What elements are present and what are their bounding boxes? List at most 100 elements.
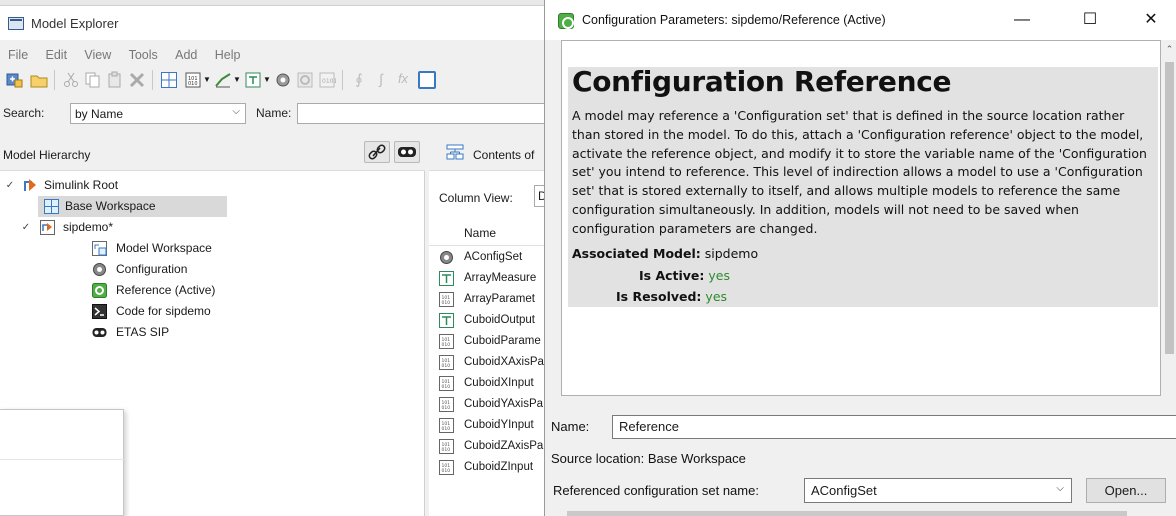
add-function-icon[interactable]: ∮ xyxy=(350,71,368,89)
name-column-label: Name xyxy=(464,226,497,240)
list-item-label: CuboidParame xyxy=(464,335,541,347)
add-signal-icon[interactable] xyxy=(244,71,262,89)
model-hierarchy-header: Model Hierarchy xyxy=(0,133,425,171)
tree-node-label: Reference (Active) xyxy=(116,283,216,297)
fx-icon[interactable]: fx xyxy=(394,71,412,89)
list-item[interactable]: 101 010 CuboidZAxisPa xyxy=(429,436,560,457)
parameter-icon: 101 010 xyxy=(439,439,454,454)
svg-text:0101: 0101 xyxy=(322,78,336,85)
mask-toggle-button[interactable] xyxy=(394,141,420,163)
mask-icon xyxy=(92,325,107,340)
tree-node-model-workspace[interactable]: Model Workspace xyxy=(92,238,292,259)
simulink-root-icon xyxy=(23,178,38,193)
search-name-input[interactable] xyxy=(297,103,560,124)
minimize-button[interactable]: — xyxy=(1000,6,1044,34)
add-parameter-icon[interactable]: 101 010 xyxy=(184,71,202,89)
new-model-icon[interactable] xyxy=(6,71,24,89)
is-resolved-value: yes xyxy=(705,289,728,304)
is-resolved-row: Is Resolved: yes xyxy=(616,289,727,304)
menu-help[interactable]: Help xyxy=(215,44,241,66)
dialog-view-icon[interactable] xyxy=(418,71,436,89)
add-reference-icon[interactable] xyxy=(296,71,314,89)
add-code-icon[interactable]: 0101 xyxy=(318,71,337,89)
menu-edit[interactable]: Edit xyxy=(46,44,68,66)
window-title: Model Explorer xyxy=(31,16,119,31)
svg-text:010: 010 xyxy=(188,81,198,87)
tree-node-simulink-root[interactable]: ✓ Simulink Root xyxy=(4,175,244,196)
horizontal-scrollbar[interactable] xyxy=(545,508,1162,516)
close-button[interactable]: ✕ xyxy=(1129,6,1173,34)
copy-icon[interactable] xyxy=(84,71,102,89)
open-folder-icon[interactable] xyxy=(30,71,48,89)
list-item[interactable]: 101 010 ArrayParamet xyxy=(429,289,560,310)
list-item[interactable]: 101 010 CuboidYInput xyxy=(429,415,560,436)
chevron-down-icon: ⌵ xyxy=(1056,483,1064,494)
list-item[interactable]: 101 010 CuboidZInput xyxy=(429,457,560,478)
referenced-config-select[interactable]: AConfigSet ⌵ xyxy=(804,478,1072,503)
menu-view[interactable]: View xyxy=(84,44,111,66)
list-item[interactable]: 101 010 CuboidYAxisPa xyxy=(429,394,560,415)
menu-tools[interactable]: Tools xyxy=(129,44,158,66)
name-column-header[interactable]: Name xyxy=(429,219,560,246)
model-icon xyxy=(40,220,55,235)
list-item[interactable]: 101 010 CuboidParame xyxy=(429,331,560,352)
contents-pane: Contents of Column View: D Name AConfigS… xyxy=(429,133,564,516)
add-configuration-icon[interactable] xyxy=(274,71,292,89)
dialog-title: Configuration Parameters: sipdemo/Refere… xyxy=(582,13,886,27)
scrollbar-thumb[interactable] xyxy=(1165,62,1174,354)
chevron-down-icon[interactable]: ▼ xyxy=(263,75,271,93)
chevron-down-icon[interactable]: ▼ xyxy=(203,75,211,93)
description-text: A model may reference a 'Configuration s… xyxy=(572,108,1147,236)
list-item[interactable]: 101 010 CuboidXAxisPa xyxy=(429,352,560,373)
menu-add[interactable]: Add xyxy=(175,44,197,66)
vertical-scrollbar[interactable]: ⌃ ⌄ xyxy=(1162,40,1176,510)
link-toggle-button[interactable] xyxy=(364,141,390,163)
tree-node-sipdemo[interactable]: ✓ sipdemo* xyxy=(20,217,240,238)
paste-icon[interactable] xyxy=(106,71,124,89)
tree-node-code-for-sipdemo[interactable]: Code for sipdemo xyxy=(92,301,292,322)
chevron-down-icon[interactable]: ▼ xyxy=(233,75,241,93)
maximize-button[interactable]: ☐ xyxy=(1068,6,1112,34)
list-item-label: CuboidOutput xyxy=(464,314,535,326)
toolbar-separator xyxy=(342,70,343,90)
cut-icon[interactable] xyxy=(62,71,80,89)
tree-node-reference-active[interactable]: Reference (Active) xyxy=(92,280,292,301)
toolbar-separator xyxy=(54,70,55,90)
dialog-titlebar: Configuration Parameters: sipdemo/Refere… xyxy=(545,0,1176,40)
page-title: Configuration Reference xyxy=(572,65,952,98)
add-lookup-icon[interactable] xyxy=(214,71,232,89)
svg-text:010: 010 xyxy=(442,447,451,453)
menu-file[interactable]: File xyxy=(8,44,28,66)
floating-popup-panel xyxy=(0,409,124,516)
parameter-icon: 101 010 xyxy=(439,397,454,412)
hierarchy-contents-icon xyxy=(446,144,464,163)
chevron-down-icon[interactable]: ✓ xyxy=(20,217,32,238)
add-workspace-icon[interactable] xyxy=(160,71,178,89)
list-item[interactable]: CuboidOutput xyxy=(429,310,560,331)
add-integral-icon[interactable]: ∫ xyxy=(372,71,390,89)
divider xyxy=(0,459,124,460)
tree-node-base-workspace[interactable]: Base Workspace xyxy=(38,196,227,217)
list-item[interactable]: AConfigSet xyxy=(429,247,560,268)
chevron-down-icon[interactable]: ✓ xyxy=(4,175,16,196)
is-resolved-label: Is Resolved: xyxy=(616,289,702,304)
svg-text:010: 010 xyxy=(442,405,451,411)
gear-cluster-icon xyxy=(439,250,454,265)
signal-icon xyxy=(439,271,454,286)
search-bar: Search: by Name ⌵ Name: xyxy=(0,101,560,125)
config-reference-icon xyxy=(558,13,574,29)
scrollbar-thumb[interactable] xyxy=(567,511,1127,516)
tree-node-etas-sip[interactable]: ETAS SIP xyxy=(92,322,292,343)
scroll-up-icon[interactable]: ⌃ xyxy=(1162,44,1176,55)
delete-icon[interactable] xyxy=(128,71,146,89)
tree-node-configuration[interactable]: Configuration xyxy=(92,259,292,280)
model-explorer-app-icon xyxy=(8,17,24,30)
search-mode-select[interactable]: by Name ⌵ xyxy=(70,103,246,124)
name-field[interactable]: Reference xyxy=(612,415,1176,439)
list-item[interactable]: 101 010 CuboidXInput xyxy=(429,373,560,394)
configuration-parameters-dialog: Configuration Parameters: sipdemo/Refere… xyxy=(544,0,1176,516)
is-active-row: Is Active: yes xyxy=(639,268,730,283)
list-item-label: CuboidXInput xyxy=(464,377,534,389)
list-item[interactable]: ArrayMeasure xyxy=(429,268,560,289)
open-button[interactable]: Open... xyxy=(1086,478,1166,503)
